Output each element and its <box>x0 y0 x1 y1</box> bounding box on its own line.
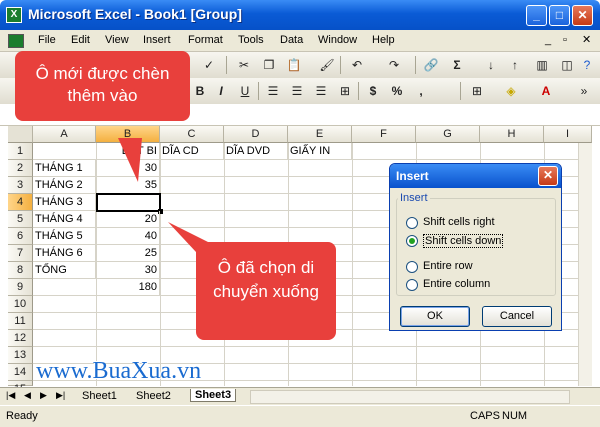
tab-sheet2[interactable]: Sheet2 <box>136 390 171 402</box>
radio-shift-down[interactable] <box>406 235 418 247</box>
sheet-tabs-bar: |◀ ◀ ▶ ▶| Sheet1 Sheet2 Sheet3 <box>0 387 600 405</box>
callout-top-pointer <box>118 138 142 182</box>
option-entire-column[interactable]: Entire column <box>423 278 490 290</box>
option-entire-row[interactable]: Entire row <box>423 260 473 272</box>
tab-sheet1[interactable]: Sheet1 <box>82 390 117 402</box>
horizontal-scrollbar[interactable] <box>250 390 570 404</box>
cancel-button[interactable]: Cancel <box>482 306 552 327</box>
insert-dialog: Insert ✕ Insert Shift cells right Shift … <box>389 163 562 331</box>
radio-shift-right[interactable] <box>406 217 418 229</box>
status-bar: Ready CAPS NUM <box>0 405 600 427</box>
next-sheet-icon[interactable]: ▶ <box>40 390 47 401</box>
status-ready: Ready <box>6 410 38 422</box>
callout-moved-cell: Ô đã chọn di chuyển xuống <box>196 242 336 340</box>
last-sheet-icon[interactable]: ▶| <box>56 390 65 401</box>
dialog-title: Insert <box>396 169 429 183</box>
prev-sheet-icon[interactable]: ◀ <box>24 390 31 401</box>
ok-button[interactable]: OK <box>400 306 470 327</box>
tab-sheet3[interactable]: Sheet3 <box>190 389 237 402</box>
callout-new-cell: Ô mới được chèn thêm vào <box>15 51 190 121</box>
watermark: www.BuaXua.vn <box>36 358 202 384</box>
first-sheet-icon[interactable]: |◀ <box>6 390 15 401</box>
dialog-title-bar: Insert ✕ <box>390 164 561 188</box>
radio-entire-column[interactable] <box>406 279 418 291</box>
radio-entire-row[interactable] <box>406 261 418 273</box>
option-shift-right[interactable]: Shift cells right <box>423 216 495 228</box>
group-label: Insert <box>398 192 430 204</box>
option-shift-down[interactable]: Shift cells down <box>423 234 504 248</box>
status-caps: CAPS <box>470 410 500 422</box>
dialog-close-button[interactable]: ✕ <box>538 166 558 186</box>
status-num: NUM <box>502 410 528 422</box>
